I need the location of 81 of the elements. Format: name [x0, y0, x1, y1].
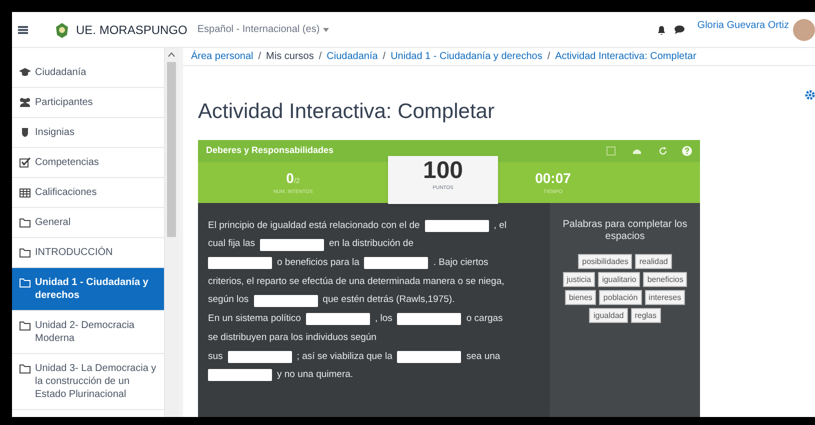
blank-field[interactable] [260, 238, 324, 251]
sentence-text: sus [208, 350, 223, 364]
folder-icon [19, 217, 31, 228]
sidebar-item[interactable]: Unidad 2- Democracia Moderna [12, 311, 164, 354]
word-chip[interactable]: bienes [564, 290, 596, 304]
sentence-text: o cargas [466, 312, 503, 326]
blank-field[interactable] [228, 350, 292, 363]
blank-field[interactable] [254, 294, 318, 307]
caret-icon[interactable] [322, 28, 329, 32]
sentence-text: cual fija las [208, 237, 255, 252]
sentence-text: y no una quimera. [277, 368, 354, 382]
word-chip[interactable]: igualdad [589, 308, 628, 322]
folder-icon [19, 363, 31, 374]
sidebar-item[interactable]: Calificaciones [12, 178, 164, 208]
sentence-text: , el [494, 218, 506, 233]
sidebar-item[interactable]: Competencias [12, 148, 164, 178]
bell-icon[interactable] [657, 24, 666, 34]
sentence-text: . Bajo ciertos [433, 256, 488, 270]
sentence-text: o beneficios para la [277, 256, 360, 270]
word-chip[interactable]: intereses [644, 290, 686, 304]
users-icon [19, 97, 31, 108]
page-title: Actividad Interactiva: Completar [198, 99, 496, 125]
breadcrumb-item[interactable]: Área personal [191, 49, 254, 64]
breadcrumb-item[interactable]: Ciudadanía [326, 49, 378, 64]
breadcrumb-item[interactable]: Unidad 1 - Ciudadanía y derechos [390, 49, 542, 64]
sentence-text: criterios, el reparto se efectúa de una determinada manera o se niega, [208, 274, 504, 289]
sidebar-item[interactable]: Ciudadanía [12, 58, 164, 88]
activity-title: Deberes y Responsabilidades [206, 144, 334, 157]
timer-value: 00:07 [535, 168, 571, 188]
scroll-up-icon[interactable] [168, 52, 175, 57]
chat-icon[interactable] [674, 25, 686, 34]
blank-field[interactable] [208, 257, 272, 270]
sentence-text: En un sistema político [208, 312, 301, 326]
folder-icon [19, 247, 31, 258]
sidebar-item[interactable]: General [12, 208, 164, 238]
scroll-thumb[interactable] [167, 62, 176, 237]
folder-icon [19, 320, 31, 331]
word-chip[interactable]: beneficios [643, 272, 688, 286]
shield-icon [19, 127, 31, 138]
user-name[interactable]: Gloria Guevara Ortiz [697, 18, 789, 33]
sentence-text: en la distribución de [329, 237, 414, 252]
points-value: 100 [422, 158, 464, 182]
word-bank-title: Palabras para completar los espacios [562, 218, 688, 242]
site-name[interactable]: UE. MORASPUNGO [76, 20, 188, 38]
blank-field[interactable] [397, 313, 462, 326]
word-chip[interactable]: realidad [635, 254, 672, 268]
folder-icon [19, 277, 31, 288]
sentence-text: El principio de igualdad está relacionado con el de [208, 218, 420, 233]
blank-field[interactable] [424, 220, 489, 232]
breadcrumb-separator: / [318, 50, 322, 64]
blank-field[interactable] [306, 313, 370, 326]
table-icon [19, 187, 31, 198]
settings-icon[interactable] [805, 90, 815, 100]
sidebar-item[interactable]: Unidad 3- La Democracia y la construcción de un Estado Plurinacional [12, 354, 164, 410]
language-menu[interactable]: Español - Internacional (es) [197, 22, 320, 37]
logo-icon [54, 20, 70, 38]
sentence-text: sea una [466, 350, 500, 364]
blank-field[interactable] [208, 369, 272, 382]
word-chip[interactable]: reglas [630, 308, 661, 322]
sentence-text: que estén detrás (Rawls,1975). [322, 293, 455, 308]
attempts-count: 0 [286, 168, 294, 188]
sentence-text: se distribuyen para los individuos según [208, 330, 376, 345]
breadcrumb-separator: / [547, 50, 550, 64]
checkbox-icon [19, 157, 31, 168]
graduation-cap-icon [19, 67, 31, 78]
blank-field[interactable] [397, 350, 462, 363]
blank-field[interactable] [364, 257, 428, 270]
word-chip[interactable]: población [599, 290, 642, 304]
breadcrumb-separator: / [382, 50, 386, 64]
breadcrumb-separator: / [258, 50, 262, 64]
sidebar-item[interactable]: Unidad 1 - Ciudadanía y derechos [12, 268, 164, 311]
sidebar-item[interactable]: Insignias [12, 118, 164, 148]
word-chip[interactable]: posibilidades [578, 254, 632, 268]
sentence-text: , los [374, 312, 392, 326]
word-chip[interactable]: igualitario [598, 272, 640, 286]
sidebar-item[interactable]: Participantes [12, 88, 164, 118]
breadcrumb-item: Mis cursos [266, 50, 314, 64]
sentence-text: ; así se viabiliza que la [296, 350, 392, 364]
word-chip[interactable]: justicia [562, 272, 596, 286]
sentence-text: según los [208, 293, 249, 308]
breadcrumb-item[interactable]: Actividad Interactiva: Completar [555, 49, 696, 64]
